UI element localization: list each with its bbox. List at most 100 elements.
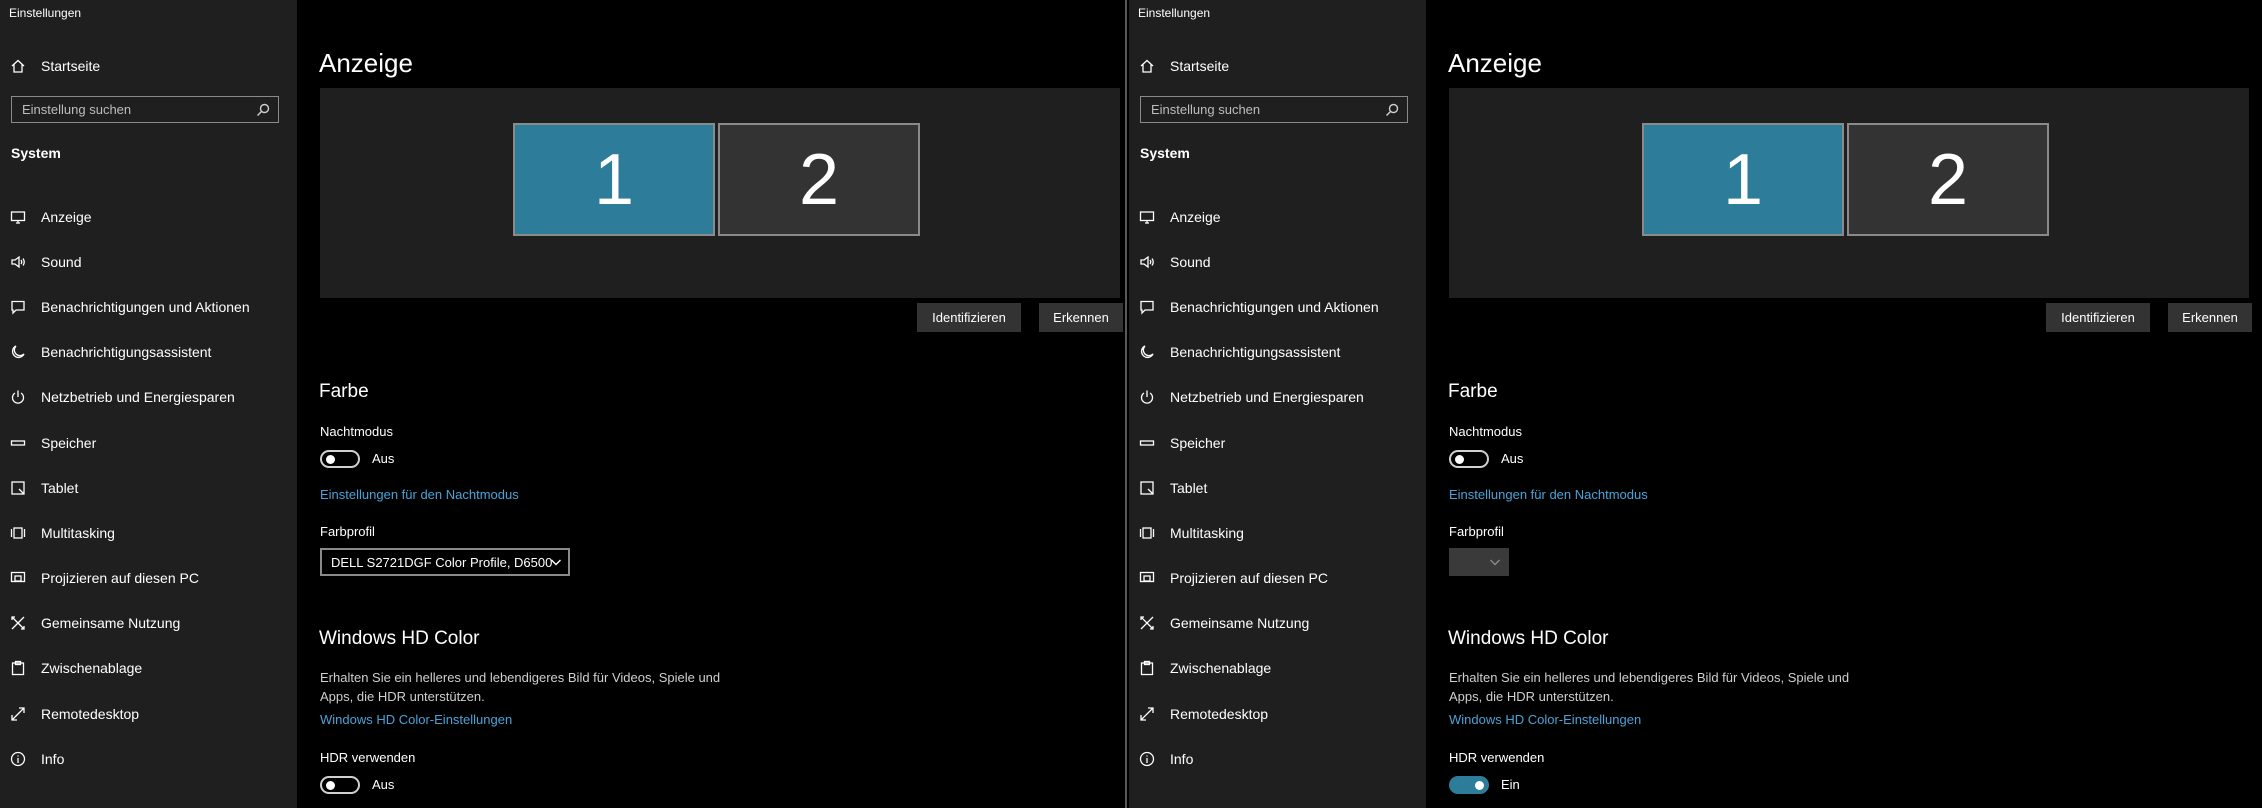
hd-color-description: Erhalten Sie ein helleres und lebendiger… xyxy=(1449,670,1850,704)
sidebar-item-anzeige[interactable]: Anzeige xyxy=(1129,194,1426,239)
sidebar-item-anzeige[interactable]: Anzeige xyxy=(0,194,297,239)
sidebar: Einstellungen Startseite System Anzeige … xyxy=(0,0,297,808)
multitasking-icon xyxy=(1138,524,1156,542)
sidebar-item-label: Benachrichtigungen und Aktionen xyxy=(41,298,250,315)
message-icon xyxy=(1138,298,1156,316)
sidebar-item-netzbetrieb[interactable]: Netzbetrieb und Energiesparen xyxy=(1129,375,1426,420)
sidebar-item-projizieren[interactable]: Projizieren auf diesen PC xyxy=(0,556,297,601)
app-title: Einstellungen xyxy=(9,6,82,20)
moon-icon xyxy=(9,343,27,361)
settings-window-left: Einstellungen Startseite System Anzeige … xyxy=(0,0,1123,808)
sidebar-item-benachrichtigungen[interactable]: Benachrichtigungen und Aktionen xyxy=(0,284,297,329)
sidebar-item-benachrichtigungsassistent[interactable]: Benachrichtigungsassistent xyxy=(1129,330,1426,375)
hdr-state: Ein xyxy=(1501,777,1520,792)
hd-color-heading: Windows HD Color xyxy=(319,628,480,649)
info-icon xyxy=(9,750,27,768)
message-icon xyxy=(9,298,27,316)
detect-button[interactable]: Erkennen xyxy=(2168,303,2252,332)
night-mode-state: Aus xyxy=(372,451,395,466)
color-profile-label: Farbprofil xyxy=(1449,524,1504,539)
sidebar-item-home[interactable]: Startseite xyxy=(0,52,297,80)
display-arrangement: 1 2 xyxy=(320,88,1120,298)
sidebar-item-label: Gemeinsame Nutzung xyxy=(41,615,181,632)
monitor-2[interactable]: 2 xyxy=(1847,123,2049,236)
sidebar-item-label: Projizieren auf diesen PC xyxy=(41,570,199,587)
hd-color-settings-link[interactable]: Windows HD Color-Einstellungen xyxy=(1449,712,1641,727)
night-mode-settings-link[interactable]: Einstellungen für den Nachtmodus xyxy=(320,487,519,502)
hd-color-description: Erhalten Sie ein helleres und lebendiger… xyxy=(320,670,721,704)
toggle-knob xyxy=(1475,781,1484,790)
sidebar-item-sound[interactable]: Sound xyxy=(0,239,297,284)
monitor-2[interactable]: 2 xyxy=(718,123,920,236)
monitor-1[interactable]: 1 xyxy=(513,123,715,236)
search-icon[interactable] xyxy=(256,103,270,117)
chevron-down-icon xyxy=(1489,556,1501,568)
tablet-icon xyxy=(1138,479,1156,497)
sidebar-item-label: Startseite xyxy=(41,58,101,74)
search-input[interactable] xyxy=(12,101,254,118)
sidebar-item-remotedesktop[interactable]: Remotedesktop xyxy=(1129,691,1426,736)
hdr-label: HDR verwenden xyxy=(1449,750,1545,765)
search-icon[interactable] xyxy=(1385,103,1399,117)
sidebar-item-speicher[interactable]: Speicher xyxy=(1129,420,1426,465)
toggle-knob xyxy=(326,455,335,464)
project-icon xyxy=(9,569,27,587)
sidebar-item-gemeinsame-nutzung[interactable]: Gemeinsame Nutzung xyxy=(0,601,297,646)
project-icon xyxy=(1138,569,1156,587)
sidebar-item-zwischenablage[interactable]: Zwischenablage xyxy=(0,646,297,691)
sidebar-item-netzbetrieb[interactable]: Netzbetrieb und Energiesparen xyxy=(0,375,297,420)
monitor-1[interactable]: 1 xyxy=(1642,123,1844,236)
clipboard-icon xyxy=(1138,659,1156,677)
night-mode-toggle[interactable] xyxy=(320,450,360,468)
sidebar-item-multitasking[interactable]: Multitasking xyxy=(0,510,297,555)
speaker-icon xyxy=(9,253,27,271)
sidebar-item-multitasking[interactable]: Multitasking xyxy=(1129,510,1426,555)
sidebar-item-label: Benachrichtigungen und Aktionen xyxy=(1170,298,1379,315)
sidebar-item-benachrichtigungen[interactable]: Benachrichtigungen und Aktionen xyxy=(1129,284,1426,329)
sidebar-item-sound[interactable]: Sound xyxy=(1129,239,1426,284)
toggle-knob xyxy=(326,781,335,790)
home-icon xyxy=(1138,57,1156,75)
settings-window-right: Einstellungen Startseite System Anzeige … xyxy=(1129,0,2252,808)
hdr-toggle[interactable] xyxy=(1449,776,1489,794)
hdr-toggle[interactable] xyxy=(320,776,360,794)
storage-icon xyxy=(1138,434,1156,452)
sidebar-item-zwischenablage[interactable]: Zwischenablage xyxy=(1129,646,1426,691)
hdr-label: HDR verwenden xyxy=(320,750,416,765)
sidebar-item-label: Benachrichtigungsassistent xyxy=(41,344,212,361)
sidebar-item-label: Startseite xyxy=(1170,58,1230,74)
sidebar-item-speicher[interactable]: Speicher xyxy=(0,420,297,465)
sidebar: Einstellungen Startseite System Anzeige … xyxy=(1129,0,1426,808)
sidebar-item-remotedesktop[interactable]: Remotedesktop xyxy=(0,691,297,736)
night-mode-toggle[interactable] xyxy=(1449,450,1489,468)
identify-button[interactable]: Identifizieren xyxy=(917,303,1021,332)
sidebar-item-benachrichtigungsassistent[interactable]: Benachrichtigungsassistent xyxy=(0,330,297,375)
night-mode-settings-link[interactable]: Einstellungen für den Nachtmodus xyxy=(1449,487,1648,502)
home-icon xyxy=(9,57,27,75)
search-box[interactable] xyxy=(1140,96,1408,123)
monitor-icon xyxy=(9,208,27,226)
sidebar-item-label: Netzbetrieb und Energiesparen xyxy=(41,389,235,406)
sidebar-item-tablet[interactable]: Tablet xyxy=(0,465,297,510)
sidebar-item-label: Anzeige xyxy=(1170,208,1221,225)
sidebar-item-info[interactable]: Info xyxy=(1129,736,1426,781)
sidebar-item-gemeinsame-nutzung[interactable]: Gemeinsame Nutzung xyxy=(1129,601,1426,646)
search-box[interactable] xyxy=(11,96,279,123)
color-profile-dropdown[interactable] xyxy=(1449,548,1509,576)
hd-color-settings-link[interactable]: Windows HD Color-Einstellungen xyxy=(320,712,512,727)
sidebar-item-projizieren[interactable]: Projizieren auf diesen PC xyxy=(1129,556,1426,601)
sidebar-item-info[interactable]: Info xyxy=(0,736,297,781)
section-label: System xyxy=(1140,145,1190,161)
sidebar-item-tablet[interactable]: Tablet xyxy=(1129,465,1426,510)
section-label: System xyxy=(11,145,61,161)
sidebar-item-home[interactable]: Startseite xyxy=(1129,52,1426,80)
search-input[interactable] xyxy=(1141,101,1383,118)
color-profile-dropdown[interactable]: DELL S2721DGF Color Profile, D6500 xyxy=(320,548,570,576)
page-title: Anzeige xyxy=(319,48,413,78)
sidebar-item-label: Remotedesktop xyxy=(41,705,140,722)
color-profile-label: Farbprofil xyxy=(320,524,375,539)
sidebar-item-label: Benachrichtigungsassistent xyxy=(1170,344,1341,361)
detect-button[interactable]: Erkennen xyxy=(1039,303,1123,332)
identify-button[interactable]: Identifizieren xyxy=(2046,303,2150,332)
toggle-knob xyxy=(1455,455,1464,464)
